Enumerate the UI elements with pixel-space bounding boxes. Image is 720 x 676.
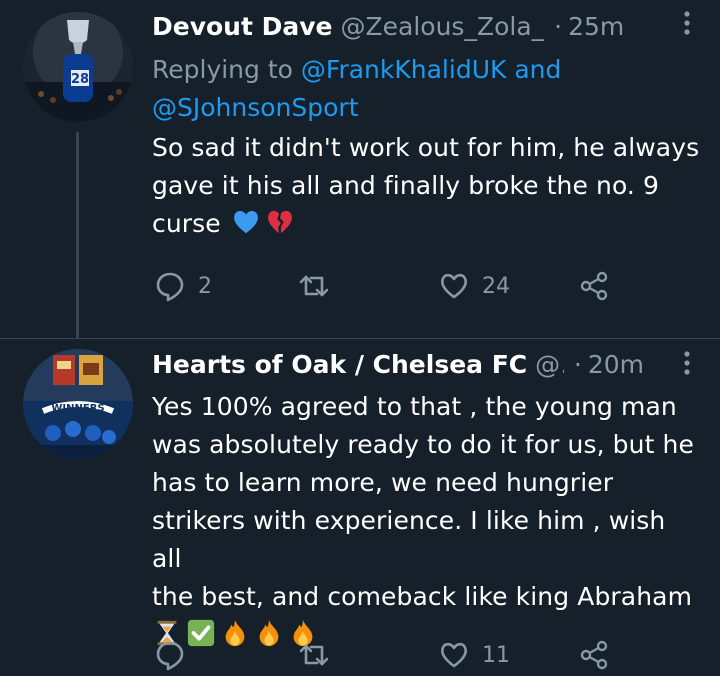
replying-label: Replying to: [152, 55, 301, 84]
reply-button[interactable]: [154, 635, 198, 675]
more-options-icon[interactable]: [672, 348, 702, 378]
separator-dot: ·: [554, 11, 563, 41]
reply-icon: [156, 641, 184, 671]
tweet-text-line: Yes 100% agreed to that , the young man: [152, 392, 677, 421]
thread-line: [76, 132, 79, 338]
share-button[interactable]: [578, 266, 610, 306]
like-count: 11: [482, 642, 510, 668]
more-options-icon[interactable]: [672, 8, 702, 38]
retweet-button[interactable]: [298, 266, 342, 306]
display-name[interactable]: Hearts of Oak / Chelsea FC: [152, 350, 527, 379]
broken-heart-icon: [267, 210, 292, 234]
tweet-1[interactable]: 28 Devout Dave @Zealous_Zola_ · 25m Repl…: [0, 0, 720, 338]
share-icon: [580, 640, 608, 670]
avatar[interactable]: WINNERS: [23, 349, 133, 459]
tweet-header: Devout Dave @Zealous_Zola_ · 25m: [152, 4, 702, 48]
svg-text:WINNERS: WINNERS: [51, 403, 104, 414]
retweet-icon: [299, 275, 329, 297]
tweet-text-line: gave it his all and finally broke the no…: [152, 171, 660, 200]
tweet-text-line: has to learn more, we need hungrier: [152, 468, 614, 497]
retweet-button[interactable]: [298, 635, 342, 675]
reply-count: 2: [198, 273, 212, 299]
timestamp[interactable]: 20m: [588, 350, 644, 379]
separator-dot: ·: [573, 349, 582, 379]
heart-icon: [441, 273, 467, 299]
share-icon: [580, 271, 608, 301]
svg-text:28: 28: [71, 72, 89, 87]
replying-to: Replying to @FrankKhalidUK and @SJohnson…: [152, 51, 702, 127]
like-button[interactable]: 11: [438, 635, 510, 675]
tweet-header: Hearts of Oak / Chelsea FC @… · 20m: [152, 342, 644, 386]
display-name[interactable]: Devout Dave: [152, 12, 333, 41]
reply-icon: [156, 272, 184, 302]
like-count: 24: [482, 273, 510, 299]
tweet-text: Yes 100% agreed to that , the young man …: [152, 388, 702, 654]
tweet-text-line: So sad it didn't work out for him, he al…: [152, 133, 700, 162]
tweet-text-line: strikers with experience. I like him , w…: [152, 506, 666, 573]
share-button[interactable]: [578, 635, 610, 675]
heart-icon: [441, 642, 467, 668]
tweet-text-line: the best, and comeback like king Abraham: [152, 582, 693, 611]
tweet-text: So sad it didn't work out for him, he al…: [152, 129, 702, 243]
like-button[interactable]: 24: [438, 266, 510, 306]
reply-button[interactable]: 2: [154, 266, 212, 306]
blue-heart-icon: [233, 210, 258, 234]
tweet-text-line: curse: [152, 209, 221, 238]
timestamp[interactable]: 25m: [568, 12, 624, 41]
mention-link[interactable]: @SJohnsonSport: [152, 93, 359, 122]
avatar[interactable]: 28: [23, 12, 133, 122]
replying-and[interactable]: and: [506, 55, 561, 84]
retweet-icon: [299, 644, 329, 666]
tweet-2[interactable]: WINNERS Hearts of Oak / Chelsea FC @… · …: [0, 339, 720, 676]
tweet-text-line: was absolutely ready to do it for us, bu…: [152, 430, 694, 459]
user-handle[interactable]: @…: [535, 350, 564, 379]
mention-link[interactable]: @FrankKhalidUK: [301, 55, 507, 84]
user-handle[interactable]: @Zealous_Zola_: [341, 12, 545, 41]
